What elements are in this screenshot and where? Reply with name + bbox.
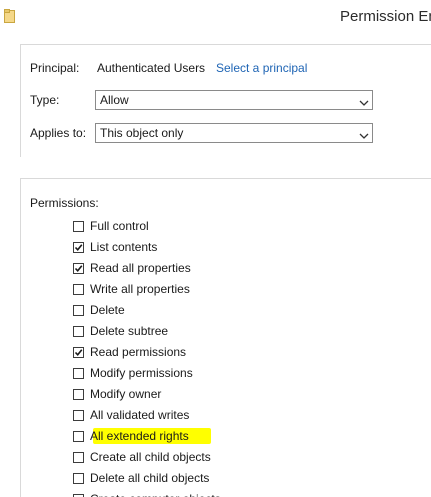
permission-label: Write all properties (90, 282, 190, 296)
permission-label: Read permissions (90, 345, 187, 359)
permission-label: Modify permissions (90, 366, 193, 380)
permission-label: Delete all child objects (90, 471, 210, 485)
checkmark-icon (74, 244, 83, 252)
type-row: Type: Allow (21, 90, 431, 110)
checkbox-checked[interactable] (73, 347, 84, 358)
checkbox-unchecked[interactable] (73, 305, 84, 316)
principal-panel: Principal: Authenticated Users Select a … (20, 44, 431, 157)
checkmark-icon (74, 349, 83, 357)
applies-to-combobox-value: This object only (100, 126, 184, 140)
chevron-down-icon (359, 129, 369, 139)
checkmark-icon (74, 265, 83, 273)
select-principal-link[interactable]: Select a principal (216, 58, 307, 78)
checkbox-checked[interactable] (73, 263, 84, 274)
checkbox-unchecked[interactable] (73, 473, 84, 484)
permission-label: Modify owner (90, 387, 162, 401)
permission-label: All extended rights (90, 429, 189, 443)
type-label: Type: (30, 93, 60, 107)
window-title: Permission Ent (340, 8, 431, 25)
checkbox-unchecked[interactable] (73, 326, 84, 337)
permission-entry-window: Permission Ent Principal: Authenticated … (0, 0, 431, 497)
permission-label: Read all properties (90, 261, 191, 275)
checkbox-checked[interactable] (73, 242, 84, 253)
folder-icon (4, 9, 15, 23)
permissions-title: Permissions: (30, 196, 99, 210)
chevron-down-icon (359, 96, 369, 106)
applies-to-label: Applies to: (30, 126, 87, 140)
type-combobox-value: Allow (100, 93, 129, 107)
permission-label: Create all child objects (90, 450, 211, 464)
permission-label: Delete (90, 303, 125, 317)
checkbox-unchecked[interactable] (73, 431, 84, 442)
checkbox-unchecked[interactable] (73, 389, 84, 400)
permission-label: Create computer objects (90, 491, 221, 497)
principal-value: Authenticated Users (97, 61, 206, 75)
principal-row: Principal: Authenticated Users Select a … (21, 58, 431, 78)
type-combobox[interactable]: Allow (95, 90, 373, 110)
checkbox-unchecked[interactable] (73, 410, 84, 421)
checkbox-unchecked[interactable] (73, 452, 84, 463)
permission-label: Delete subtree (90, 324, 169, 338)
applies-to-combobox[interactable]: This object only (95, 123, 373, 143)
principal-label: Principal: (30, 61, 80, 75)
checkbox-unchecked[interactable] (73, 368, 84, 379)
checkbox-unchecked[interactable] (73, 221, 84, 232)
permission-label: List contents (90, 240, 158, 254)
applies-to-row: Applies to: This object only (21, 123, 431, 143)
checkbox-unchecked[interactable] (73, 284, 84, 295)
permission-label: Full control (90, 219, 149, 233)
title-bar[interactable]: Permission Ent (0, 0, 431, 34)
permission-label: All validated writes (90, 408, 190, 422)
